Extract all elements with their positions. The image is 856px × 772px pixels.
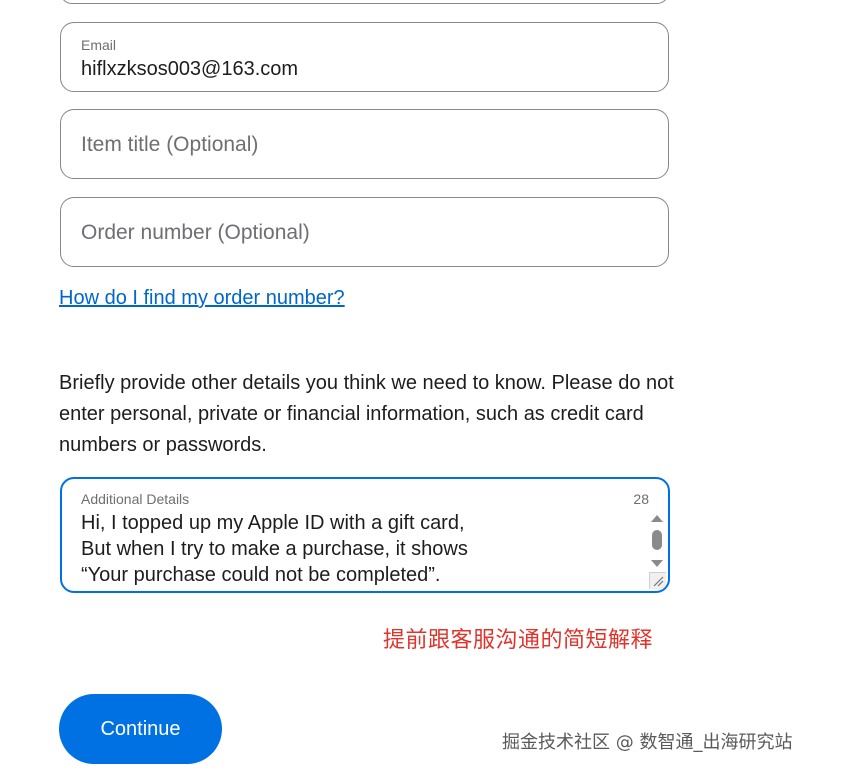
find-order-number-link[interactable]: How do I find my order number? <box>59 287 345 310</box>
item-title-placeholder: Item title (Optional) <box>81 133 259 156</box>
email-value[interactable]: hiflxzksos003@163.com <box>81 58 298 81</box>
additional-details-text[interactable]: Hi, I topped up my Apple ID with a gift … <box>81 510 621 588</box>
annotation-text: 提前跟客服沟通的简短解释 <box>383 628 654 653</box>
additional-details-label: Additional Details <box>81 491 190 507</box>
order-number-input[interactable]: Order number (Optional) <box>60 197 669 267</box>
email-field[interactable]: Email hiflxzksos003@163.com <box>60 22 669 92</box>
character-counter: 28 <box>633 491 649 507</box>
resize-handle-icon[interactable] <box>649 572 666 589</box>
order-number-placeholder: Order number (Optional) <box>81 221 310 244</box>
textarea-scrollbar[interactable] <box>650 511 664 567</box>
details-instructions: Briefly provide other details you think … <box>59 372 674 456</box>
contact-form-page: Email hiflxzksos003@163.com Item title (… <box>0 0 856 772</box>
scroll-up-icon[interactable] <box>651 515 663 522</box>
email-label: Email <box>81 37 117 53</box>
continue-button[interactable]: Continue <box>59 694 222 764</box>
additional-details-textarea[interactable]: Additional Details 28 Hi, I topped up my… <box>60 477 670 593</box>
item-title-input[interactable]: Item title (Optional) <box>60 109 669 179</box>
scroll-down-icon[interactable] <box>651 560 663 567</box>
watermark-text: 掘金技术社区 @ 数智通_出海研究站 <box>502 732 793 753</box>
scroll-thumb[interactable] <box>652 530 662 550</box>
previous-field[interactable] <box>60 0 669 4</box>
